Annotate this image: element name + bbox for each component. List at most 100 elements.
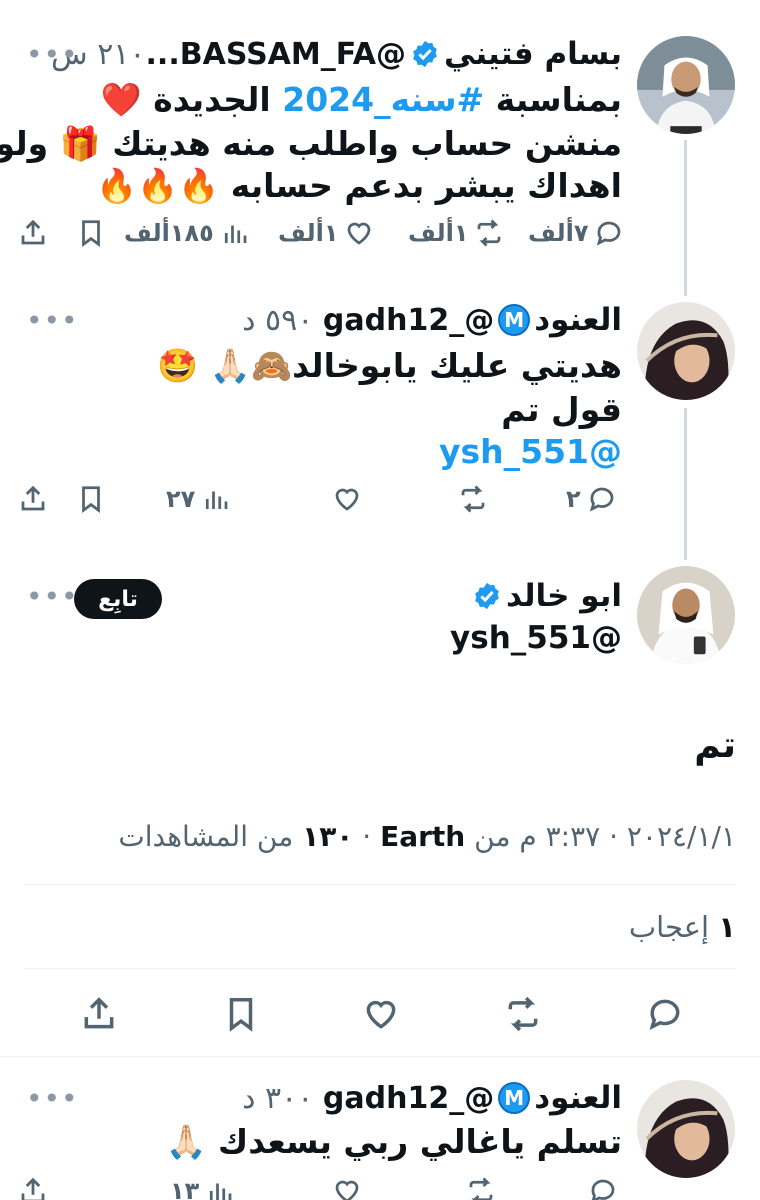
retweet-button[interactable] <box>458 484 488 514</box>
retweet-icon <box>478 219 501 247</box>
follow-button[interactable]: تابِع <box>74 579 162 619</box>
tweet-text-line: هديتي عليك يابوخالد🙈🙏🏻 🤩 <box>157 346 622 385</box>
author-name[interactable]: بسام فتيني <box>444 36 622 72</box>
more-icon[interactable]: ••• <box>26 580 79 613</box>
author-name[interactable]: العنود <box>534 1080 622 1116</box>
tweet-time[interactable]: ٣:٣٧ م <box>519 820 600 853</box>
share-button[interactable] <box>80 995 118 1037</box>
views-count: ١٣ <box>170 1177 200 1200</box>
divider <box>24 968 736 969</box>
tweet-text-line: بمناسبة #سنه_2024 الجديدة ❤️ <box>100 80 622 119</box>
tweet-header: العنود M @_gadh12 ٣٠٠ د <box>242 1080 622 1116</box>
tweet-text-line: اهداك يبشر بدعم حسابه 🔥🔥🔥 <box>95 166 622 205</box>
reply-icon <box>589 487 613 512</box>
retweet-button[interactable] <box>466 1176 496 1200</box>
tweet-text-line: قول تم <box>501 390 622 429</box>
bookmark-icon <box>82 220 100 247</box>
avatar[interactable] <box>637 566 735 664</box>
tweet-text-line: تسلم ياغالي ربي يسعدك 🙏🏻 <box>165 1122 622 1161</box>
tweet-time[interactable]: ٣٠٠ د <box>242 1081 313 1116</box>
like-count: ١أ‌لف <box>278 219 339 247</box>
share-icon <box>21 1177 45 1200</box>
author-handle[interactable]: @_gadh12 <box>323 1081 494 1116</box>
bookmark-icon <box>82 486 100 513</box>
reply-button[interactable] <box>646 995 684 1037</box>
author-name[interactable]: العنود <box>534 302 622 338</box>
views-button[interactable]: ١٨٥أ‌لف <box>124 218 250 248</box>
like-icon <box>348 222 371 245</box>
tweet-header: بسام فتيني @BASSAM_FA...٢١٠ س <box>51 36 622 72</box>
likes-count: ١ <box>718 910 736 944</box>
author-handle[interactable]: @_gadh12 <box>323 303 494 338</box>
more-icon[interactable]: ••• <box>26 304 79 337</box>
views-icon <box>210 1183 232 1200</box>
verified-icon <box>475 582 499 610</box>
bookmark-button[interactable] <box>222 995 260 1037</box>
tweet-source: Earth <box>380 820 466 853</box>
avatar[interactable] <box>637 302 735 400</box>
tweet-text-line: منشن حساب واطلب منه هديتك 🎁 ولو <box>0 124 622 163</box>
tweet-time[interactable]: ٥٩٠ د <box>242 303 313 338</box>
like-icon <box>335 1180 359 1200</box>
author-name[interactable]: ابو خالد <box>506 578 622 614</box>
mention-link[interactable]: @ysh_551 <box>439 430 622 474</box>
divider <box>0 1056 760 1057</box>
avatar[interactable] <box>637 36 735 134</box>
affiliate-badge-icon: M <box>498 1082 531 1114</box>
retweet-button[interactable]: ١أ‌لف <box>408 218 504 248</box>
hashtag-link[interactable]: #سنه_2024 <box>282 80 484 119</box>
bookmark-button[interactable] <box>76 484 106 514</box>
thread-line <box>684 408 687 560</box>
share-icon <box>21 219 45 245</box>
reply-button[interactable]: ٧أ‌لف <box>528 218 624 248</box>
divider <box>24 884 736 885</box>
views-icon <box>224 225 247 243</box>
tweet-date[interactable]: ٢٠٢٤/١/١ <box>627 820 736 853</box>
share-icon <box>84 997 114 1029</box>
like-button[interactable] <box>362 995 400 1037</box>
retweet-icon <box>469 1177 493 1200</box>
reply-icon <box>591 1179 615 1200</box>
retweet-button[interactable] <box>504 995 542 1037</box>
author-handle[interactable]: @ysh_551 <box>450 620 622 656</box>
main-author: ابو خالد <box>472 578 622 614</box>
affiliate-badge-icon: M <box>498 304 531 336</box>
likes-label: إعجاب <box>628 910 710 944</box>
main-actions <box>0 995 760 1039</box>
tweet-actions: ٧أ‌لف ١أ‌لف ١أ‌لف ١٨٥أ‌لف <box>0 218 640 258</box>
reply-button[interactable] <box>588 1176 618 1200</box>
bookmark-icon <box>229 998 253 1032</box>
avatar[interactable] <box>637 1080 735 1178</box>
like-icon <box>366 1000 396 1029</box>
views-button[interactable]: ٢٧ <box>166 484 231 514</box>
thread-line <box>684 140 687 296</box>
views-count: ٢٧ <box>166 485 196 513</box>
like-button[interactable]: ١أ‌لف <box>278 218 374 248</box>
share-button[interactable] <box>18 1176 48 1200</box>
views-icon <box>206 491 228 509</box>
tweet-actions: ١٣ <box>0 1176 640 1200</box>
share-button[interactable] <box>18 484 48 514</box>
verified-icon <box>413 40 437 68</box>
reply-button[interactable]: ٢ <box>566 484 617 514</box>
like-button[interactable] <box>332 484 362 514</box>
like-icon <box>335 488 359 511</box>
tweet-timestamp: ٢٠٢٤/١/١ · ٣:٣٧ م من Earth · ١٣٠ من المش… <box>118 820 736 853</box>
bookmark-button[interactable] <box>76 218 106 248</box>
tweet-text: تم <box>694 725 736 766</box>
author-handle[interactable]: @BASSAM_FA... <box>146 37 407 72</box>
views-label: من المشاهدات <box>118 820 294 853</box>
reply-icon <box>649 999 680 1030</box>
retweet-icon <box>461 485 485 513</box>
reply-count: ٢ <box>566 485 581 513</box>
more-icon[interactable]: ••• <box>26 1082 79 1115</box>
likes-summary[interactable]: ١ إعجاب <box>629 910 736 944</box>
like-button[interactable] <box>332 1176 362 1200</box>
retweet-icon <box>508 996 538 1032</box>
views-button[interactable]: ١٣ <box>170 1176 235 1200</box>
reply-icon <box>597 221 621 246</box>
share-button[interactable] <box>18 218 48 248</box>
views-count: ١٣٠ <box>302 820 354 853</box>
more-icon[interactable]: ••• <box>26 38 79 71</box>
tweet-actions: ٢ ٢٧ <box>0 484 640 524</box>
